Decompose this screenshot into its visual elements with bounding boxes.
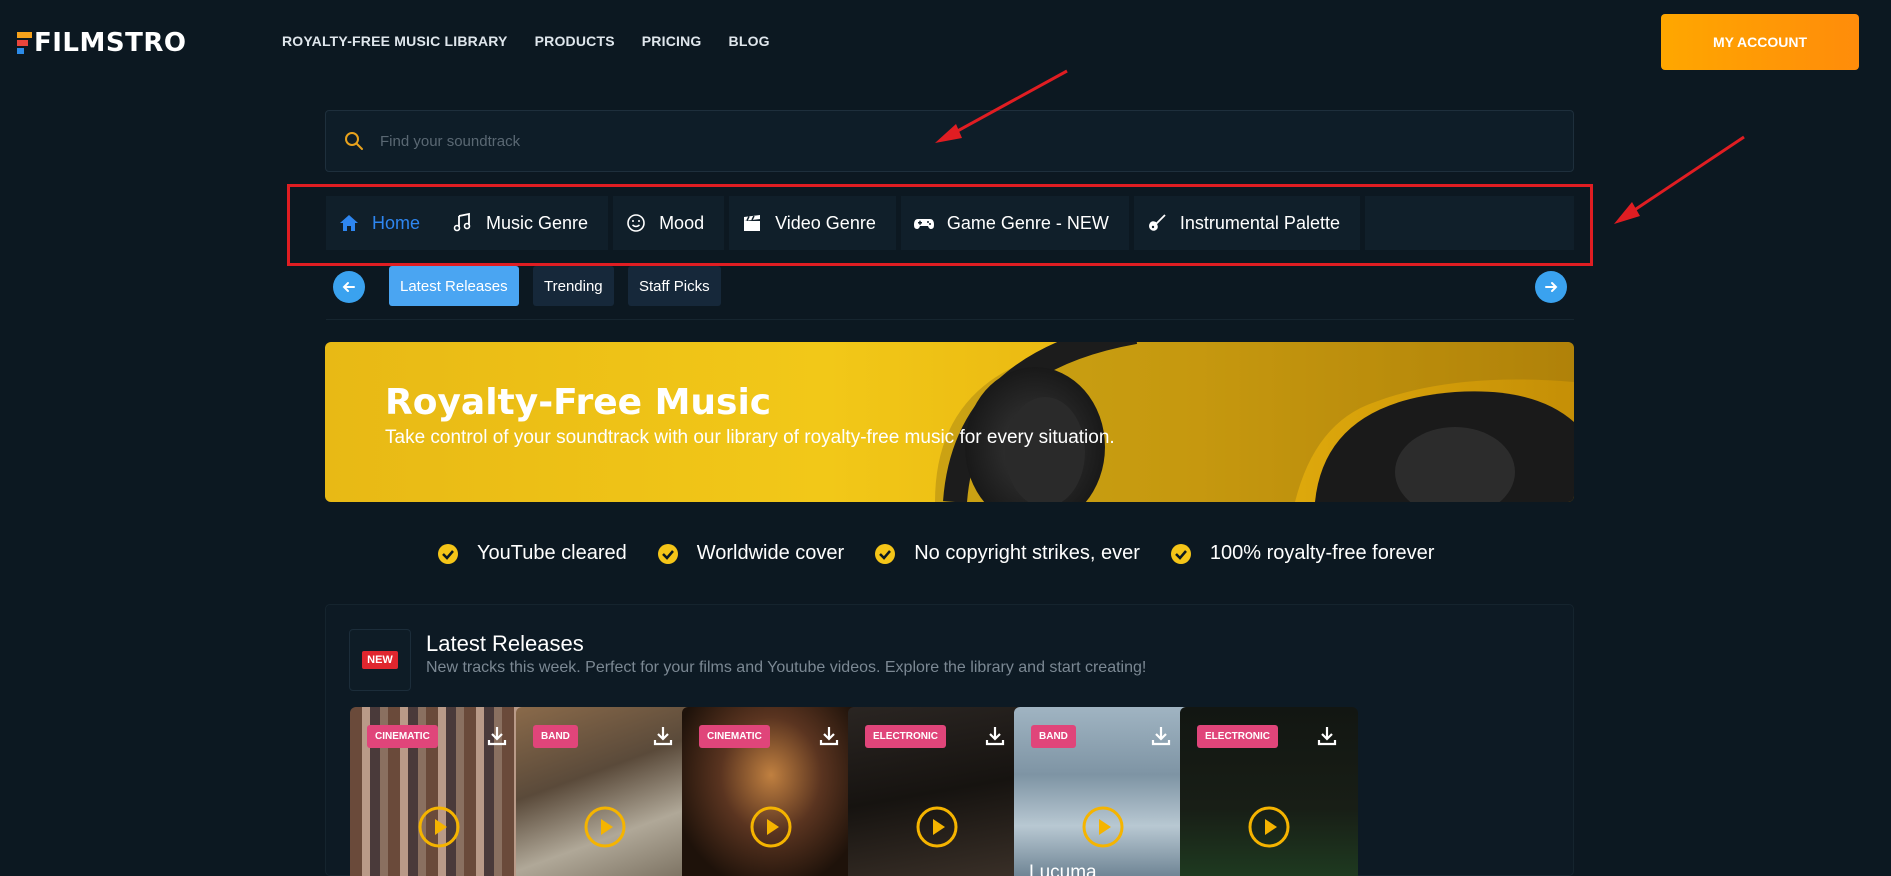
- section-title: Latest Releases: [426, 631, 584, 656]
- track-card[interactable]: BAND: [516, 707, 694, 876]
- download-icon[interactable]: [652, 725, 674, 747]
- my-account-button[interactable]: MY ACCOUNT: [1661, 14, 1859, 70]
- tab-video-genre[interactable]: Video Genre: [729, 196, 901, 250]
- search-icon: [345, 132, 363, 150]
- genre-tag[interactable]: BAND: [1031, 725, 1076, 748]
- feature-label: 100% royalty-free forever: [1209, 542, 1435, 564]
- track-card[interactable]: ELECTRONIC: [848, 707, 1026, 876]
- play-icon[interactable]: [915, 805, 959, 849]
- play-icon[interactable]: [749, 805, 793, 849]
- arrow-left-icon: [342, 282, 355, 292]
- play-icon[interactable]: [1247, 805, 1291, 849]
- download-icon[interactable]: [1150, 725, 1172, 747]
- section-subtitle: New tracks this week. Perfect for your f…: [426, 659, 1147, 676]
- smiley-icon: [627, 214, 645, 232]
- subtab-trending[interactable]: Trending: [533, 266, 614, 306]
- subtab-staff-picks[interactable]: Staff Picks: [628, 266, 721, 306]
- main-nav: ROYALTY-FREE MUSIC LIBRARY PRODUCTS PRIC…: [282, 33, 770, 49]
- track-card[interactable]: CINEMATIC: [350, 707, 528, 876]
- track-title: Lucuma: [1029, 862, 1097, 876]
- annotation-arrow-categories: [1614, 135, 1745, 224]
- play-icon[interactable]: [417, 805, 461, 849]
- download-icon[interactable]: [1316, 725, 1338, 747]
- category-tabs: Home Music Genre Mood Video Genre Game G…: [326, 196, 1574, 250]
- tab-instrumental-palette-label: Instrumental Palette: [1179, 212, 1340, 233]
- tab-music-genre-label: Music Genre: [486, 212, 589, 233]
- check-circle-icon: [657, 543, 678, 564]
- latest-releases-section: NEW Latest Releases New tracks this week…: [325, 604, 1574, 876]
- feature-label: No copyright strikes, ever: [914, 542, 1140, 564]
- arrow-right-icon: [1545, 282, 1558, 292]
- nav-blog[interactable]: BLOG: [729, 33, 770, 49]
- tab-game-genre[interactable]: Game Genre - NEW: [901, 196, 1134, 250]
- logo-text: FILMSTRO: [34, 28, 187, 58]
- logo-mark-icon: [17, 32, 32, 54]
- new-badge: NEW: [362, 651, 398, 669]
- track-card[interactable]: BAND Lucuma: [1014, 707, 1192, 876]
- new-icon-box: NEW: [349, 629, 411, 691]
- search-bar: [325, 110, 1574, 172]
- search-input[interactable]: [380, 132, 1530, 150]
- play-icon[interactable]: [583, 805, 627, 849]
- nav-pricing[interactable]: PRICING: [642, 33, 702, 49]
- track-card[interactable]: ELECTRONIC: [1180, 707, 1358, 876]
- feature-item: 100% royalty-free forever: [1170, 542, 1435, 565]
- scroll-right-button[interactable]: [1535, 271, 1567, 303]
- genre-tag[interactable]: BAND: [533, 725, 578, 748]
- feature-label: Worldwide cover: [696, 542, 845, 564]
- hero-title: Royalty-Free Music: [385, 382, 772, 423]
- download-icon[interactable]: [818, 725, 840, 747]
- genre-tag[interactable]: ELECTRONIC: [865, 725, 946, 748]
- feature-item: No copyright strikes, ever: [874, 542, 1140, 565]
- genre-tag[interactable]: CINEMATIC: [367, 725, 438, 748]
- guitar-icon: [1148, 214, 1166, 231]
- tab-instrumental-palette[interactable]: Instrumental Palette: [1134, 196, 1365, 250]
- music-note-icon: [453, 212, 471, 232]
- tab-game-genre-label: Game Genre - NEW: [946, 212, 1109, 233]
- tab-home[interactable]: Home: [326, 196, 440, 250]
- headphones-image: [935, 342, 1574, 502]
- tab-mood-label: Mood: [659, 212, 705, 233]
- nav-royalty-free-music-library[interactable]: ROYALTY-FREE MUSIC LIBRARY: [282, 33, 508, 49]
- genre-tag[interactable]: ELECTRONIC: [1197, 725, 1278, 748]
- hero-banner: Royalty-Free Music Take control of your …: [325, 342, 1574, 502]
- download-icon[interactable]: [486, 725, 508, 747]
- check-circle-icon: [438, 543, 458, 564]
- home-icon: [340, 215, 358, 231]
- tab-music-genre[interactable]: Music Genre: [440, 196, 614, 250]
- tab-video-genre-label: Video Genre: [775, 212, 876, 233]
- nav-products[interactable]: PRODUCTS: [535, 33, 615, 49]
- subtab-latest-releases[interactable]: Latest Releases: [389, 266, 519, 306]
- genre-tag[interactable]: CINEMATIC: [699, 725, 770, 748]
- hero-subtitle: Take control of your soundtrack with our…: [385, 427, 1115, 448]
- track-card[interactable]: CINEMATIC: [682, 707, 860, 876]
- download-icon[interactable]: [984, 725, 1006, 747]
- feature-item: YouTube cleared: [437, 542, 627, 565]
- gamepad-icon: [913, 219, 934, 229]
- top-bar: FILMSTRO ROYALTY-FREE MUSIC LIBRARY PROD…: [0, 0, 1891, 84]
- play-icon[interactable]: [1081, 805, 1125, 849]
- tab-home-label: Home: [372, 212, 421, 233]
- feature-label: YouTube cleared: [477, 542, 627, 564]
- feature-list: YouTube cleared Worldwide cover No copyr…: [437, 542, 1464, 565]
- feature-item: Worldwide cover: [657, 542, 844, 565]
- scroll-left-button[interactable]: [333, 271, 365, 303]
- check-circle-icon: [1170, 543, 1191, 564]
- check-circle-icon: [875, 543, 896, 564]
- sub-tabs-row: Latest Releases Trending Staff Picks: [326, 266, 1574, 320]
- clapperboard-icon: [744, 215, 761, 231]
- filmstro-logo[interactable]: FILMSTRO: [17, 28, 186, 58]
- tab-mood[interactable]: Mood: [613, 196, 730, 250]
